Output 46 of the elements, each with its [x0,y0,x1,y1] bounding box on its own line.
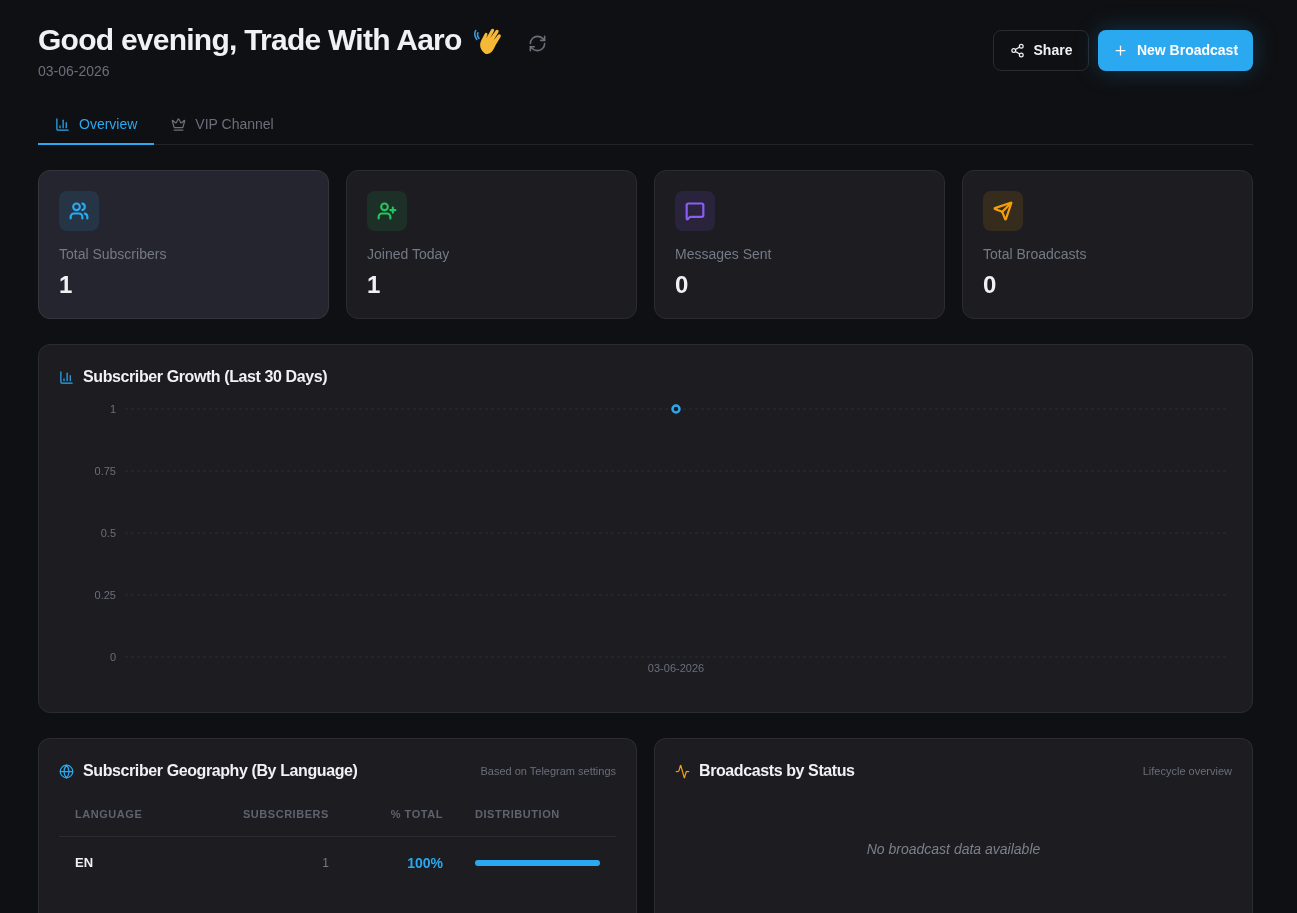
bar-chart-icon [55,116,70,132]
users-icon [59,191,99,231]
card-title: Broadcasts by Status [699,761,855,781]
card-note: Based on Telegram settings [480,763,616,779]
stat-value: 1 [367,271,381,299]
table-cell-text: EN [75,854,94,873]
data-point [671,404,681,414]
stat-label: Total Broadcasts [983,245,1088,263]
tab[interactable]: Overview [38,105,155,145]
empty-message: No broadcast data available [866,840,1041,859]
share-button[interactable]: Share [993,30,1089,71]
tab[interactable]: VIP Channel [154,105,291,145]
activity-icon [675,763,690,779]
date-text: 03-06-2026 [38,62,111,80]
card-title: Subscriber Geography (By Language) [83,761,358,781]
refresh-button[interactable] [527,33,547,53]
y-axis-label: 0.25 [94,589,116,601]
y-axis-label: 0 [109,651,116,663]
card-title: Subscriber Growth (Last 30 Days) [83,367,328,387]
column-header: % TOTAL [390,807,443,823]
stat-value: 0 [675,271,689,299]
card-note: Lifecycle overview [1142,763,1232,779]
globe-icon [59,763,74,779]
user-plus-icon [367,191,407,231]
table-cell-text: 1 [322,855,329,872]
paper-plane-icon [983,191,1023,231]
greeting-title: Good evening, Trade With Aaro [38,22,462,58]
message-icon [675,191,715,231]
table-cell-text: 100% [407,853,443,873]
share-icon [1009,43,1025,58]
column-header: SUBSCRIBERS [242,807,329,823]
column-header: DISTRIBUTION [475,807,560,823]
stat-label: Total Subscribers [59,245,168,263]
y-axis-label: 0.5 [100,527,116,539]
crown-icon [171,116,187,132]
refresh-icon [527,33,547,53]
stat-value: 1 [59,271,73,299]
y-axis-label: 0.75 [94,465,116,477]
stat-label: Joined Today [367,245,451,263]
column-header: LANGUAGE [75,807,143,823]
bar-chart-icon [59,369,74,385]
stat-value: 0 [983,271,997,299]
y-axis-label: 1 [109,403,116,415]
plus-icon [1112,43,1128,58]
stat-label: Messages Sent [675,245,773,263]
x-axis-label: 03-06-2026 [647,662,705,674]
